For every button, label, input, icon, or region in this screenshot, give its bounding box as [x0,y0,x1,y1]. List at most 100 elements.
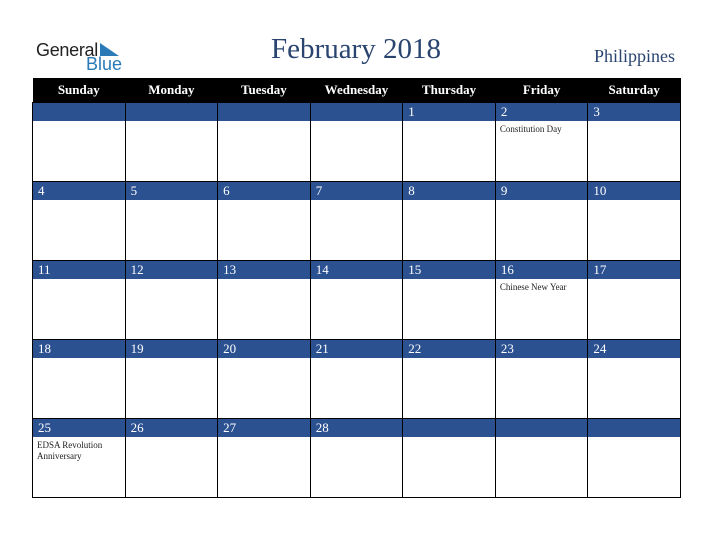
day-cell[interactable]: 19 [124,339,219,419]
holiday-label [126,279,218,339]
day-cell[interactable]: 9 [494,181,589,261]
day-number: 11 [33,261,125,279]
holiday-label [126,358,218,418]
holiday-label [218,200,310,260]
day-number: 7 [310,182,403,200]
holiday-label [33,358,125,418]
day-number: 16 [495,261,588,279]
day-cell[interactable]: 16 Chinese New Year [494,260,589,340]
holiday-label: Constitution Day [499,124,562,134]
day-cell[interactable]: 26 [124,418,219,498]
day-number [218,103,310,121]
day-number [495,419,588,437]
holiday-label [126,437,218,497]
day-cell[interactable] [124,102,219,182]
holiday-label [33,279,125,339]
week-row: 1 2 Constitution Day 3 [32,102,681,182]
day-cell[interactable]: 12 [124,260,219,340]
day-number: 1 [403,103,495,121]
holiday-label [403,279,495,339]
holiday-label [33,200,125,260]
day-number: 25 [33,419,125,437]
day-number [403,419,495,437]
holiday-label [496,358,588,418]
holiday-label: Chinese New Year [499,282,567,292]
holiday-label [496,200,588,260]
day-number: 17 [588,261,680,279]
holiday-label [126,121,218,181]
day-number: 4 [33,182,125,200]
day-number [588,419,680,437]
day-number: 27 [218,419,310,437]
holiday-label [311,437,403,497]
day-number: 22 [403,340,495,358]
day-cell[interactable] [309,102,404,182]
day-cell[interactable]: 6 [217,181,311,261]
week-row: 4 5 6 7 8 9 10 [32,181,681,261]
holiday-label [588,358,680,418]
day-cell[interactable]: 17 [587,260,681,340]
week-row: 11 12 13 14 15 16 Chinese New Year 17 [32,260,681,340]
day-cell[interactable]: 11 [32,260,126,340]
day-cell[interactable]: 15 [402,260,496,340]
day-number [125,103,218,121]
holiday-label [588,279,680,339]
day-number: 19 [125,340,218,358]
holiday-label: EDSA Revolution Anniversary [37,440,103,461]
day-cell[interactable]: 21 [309,339,404,419]
weekday-header: Thursday [402,78,496,103]
holiday-label [588,121,680,181]
weekday-header: Saturday [587,78,681,103]
calendar-grid: Sunday Monday Tuesday Wednesday Thursday… [32,78,681,498]
day-cell[interactable]: 20 [217,339,311,419]
day-cell[interactable]: 25 EDSA Revolution Anniversary [32,418,126,498]
day-cell[interactable]: 14 [309,260,404,340]
day-cell[interactable] [494,418,589,498]
holiday-label [218,437,310,497]
day-cell[interactable]: 4 [32,181,126,261]
day-number: 23 [495,340,588,358]
day-number: 20 [218,340,310,358]
holiday-label [218,358,310,418]
day-cell[interactable]: 23 [494,339,589,419]
holiday-label [126,200,218,260]
day-cell[interactable]: 22 [402,339,496,419]
day-number: 26 [125,419,218,437]
holiday-label [311,358,403,418]
day-cell[interactable]: 5 [124,181,219,261]
day-number: 18 [33,340,125,358]
weekday-header: Wednesday [310,78,403,103]
day-cell[interactable]: 24 [587,339,681,419]
holiday-label [311,200,403,260]
weekday-header-row: Sunday Monday Tuesday Wednesday Thursday… [32,78,681,103]
day-number: 15 [403,261,495,279]
holiday-label [33,121,125,181]
weekday-header: Friday [495,78,588,103]
holiday-label [311,279,403,339]
day-cell[interactable] [587,418,681,498]
day-cell[interactable]: 10 [587,181,681,261]
country-label: Philippines [593,46,675,66]
day-number: 9 [495,182,588,200]
week-row: 18 19 20 21 22 23 24 [32,339,681,419]
holiday-label [588,437,680,497]
day-cell[interactable]: 27 [217,418,311,498]
day-number: 13 [218,261,310,279]
week-row: 25 EDSA Revolution Anniversary 26 27 28 [32,418,681,498]
day-cell[interactable] [32,102,126,182]
day-cell[interactable]: 2 Constitution Day [494,102,589,182]
weekday-header: Tuesday [217,78,311,103]
day-cell[interactable]: 1 [402,102,496,182]
day-number [33,103,125,121]
day-number: 5 [125,182,218,200]
day-cell[interactable]: 13 [217,260,311,340]
day-cell[interactable] [402,418,496,498]
day-cell[interactable] [217,102,311,182]
holiday-label [588,200,680,260]
day-cell[interactable]: 28 [309,418,404,498]
day-cell[interactable]: 3 [587,102,681,182]
day-cell[interactable]: 7 [309,181,404,261]
day-cell[interactable]: 8 [402,181,496,261]
day-number: 10 [588,182,680,200]
day-cell[interactable]: 18 [32,339,126,419]
